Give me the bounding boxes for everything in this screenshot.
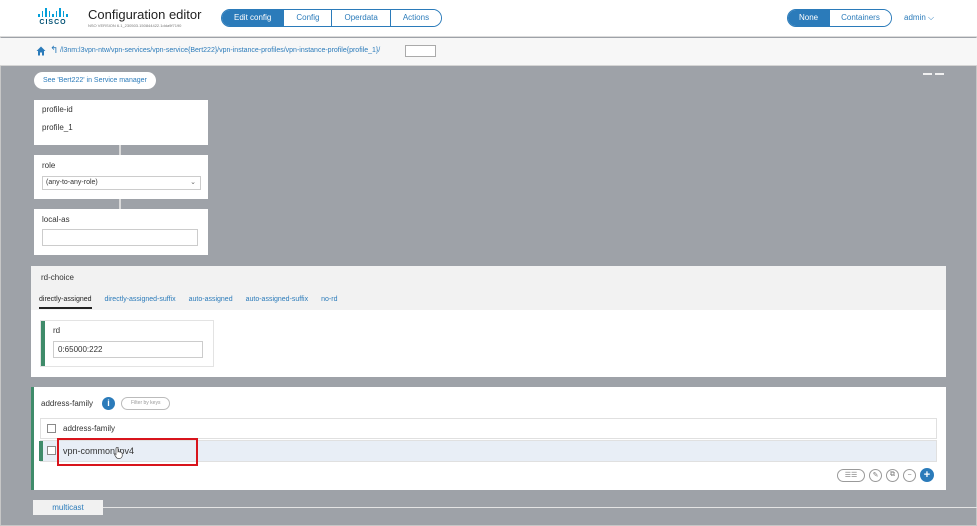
- mode-config[interactable]: Config: [283, 10, 332, 26]
- app-header: CISCO Configuration editor NSO VERSION 6…: [0, 0, 977, 37]
- address-family-panel: address-family i Filter by keys address-…: [31, 387, 946, 490]
- column-header-address-family: address-family: [63, 424, 116, 433]
- role-label: role: [42, 161, 56, 170]
- row-checkbox[interactable]: [47, 446, 56, 455]
- tab-directly-assigned[interactable]: directly-assigned: [39, 296, 92, 309]
- filter-input[interactable]: Filter by keys: [121, 397, 171, 410]
- service-manager-link[interactable]: See 'Bert222' in Service manager: [34, 72, 156, 89]
- role-selected-value: (any-to-any-role): [46, 179, 98, 186]
- editor-content: See 'Bert222' in Service manager profile…: [31, 66, 977, 526]
- role-select[interactable]: (any-to-any-role) ⌄: [42, 176, 201, 190]
- rd-choice-body: rd 0:65000:222: [31, 310, 946, 377]
- chevron-down-icon: ⌄: [190, 179, 196, 186]
- remove-icon[interactable]: −: [903, 468, 916, 482]
- home-icon[interactable]: [36, 46, 46, 56]
- connector: [119, 145, 121, 155]
- address-family-label: address-family: [41, 399, 94, 408]
- profile-id-value: profile_1: [42, 123, 73, 132]
- local-as-label: local-as: [42, 215, 70, 224]
- app-version: NSO VERSION 6.1_230503.150844422.1dda9f7…: [88, 23, 182, 28]
- rd-input[interactable]: 0:65000:222: [53, 341, 203, 358]
- multicast-section[interactable]: multicast: [33, 500, 103, 515]
- mode-operdata[interactable]: Operdata: [331, 10, 390, 26]
- cisco-logo: CISCO: [36, 8, 70, 28]
- local-as-input[interactable]: [42, 229, 198, 246]
- tab-no-rd[interactable]: no-rd: [321, 296, 337, 309]
- row-toolbar: ☰☰ ✎ ⧉ − +: [837, 468, 934, 482]
- page-indicator: [923, 73, 944, 75]
- breadcrumb-input[interactable]: [405, 45, 436, 57]
- rd-choice-tabs: directly-assigned directly-assigned-suff…: [39, 296, 337, 309]
- row-marker: [39, 441, 43, 461]
- info-icon[interactable]: i: [102, 397, 115, 410]
- profile-id-label: profile-id: [42, 105, 73, 114]
- role-card: role (any-to-any-role) ⌄: [34, 155, 208, 199]
- mode-edit-config[interactable]: Edit config: [222, 10, 284, 26]
- rd-choice-label: rd-choice: [41, 273, 74, 282]
- rd-choice-panel: rd-choice directly-assigned directly-ass…: [31, 266, 946, 377]
- rd-marker: [41, 321, 45, 366]
- rd-label: rd: [53, 326, 61, 335]
- breadcrumb-bar: ↰ /l3nm:l3vpn-ntw/vpn-services/vpn-servi…: [0, 38, 977, 66]
- breadcrumb-path[interactable]: /l3nm:l3vpn-ntw/vpn-services/vpn-service…: [60, 47, 380, 54]
- select-all-checkbox[interactable]: [47, 424, 56, 433]
- tab-auto-assigned-suffix[interactable]: auto-assigned-suffix: [246, 296, 309, 309]
- app-title: Configuration editor: [88, 7, 202, 22]
- tab-auto-assigned[interactable]: auto-assigned: [189, 296, 233, 309]
- divider: [103, 507, 977, 508]
- pointer-cursor-icon: [114, 447, 123, 459]
- view-containers[interactable]: Containers: [829, 10, 891, 26]
- user-menu[interactable]: admin ⌵: [904, 13, 934, 23]
- tab-directly-assigned-suffix[interactable]: directly-assigned-suffix: [105, 296, 176, 309]
- rd-card: rd 0:65000:222: [40, 320, 214, 367]
- profile-id-card: profile-id profile_1: [34, 100, 208, 145]
- connector: [119, 199, 121, 209]
- copy-icon[interactable]: ⧉: [886, 468, 899, 482]
- add-icon[interactable]: +: [920, 468, 934, 482]
- list-view-icon[interactable]: ☰☰: [837, 468, 865, 482]
- local-as-card: local-as: [34, 209, 208, 255]
- table-header-row: address-family: [40, 418, 937, 439]
- mode-actions[interactable]: Actions: [389, 10, 442, 26]
- edit-icon[interactable]: ✎: [869, 468, 882, 482]
- logo-text: CISCO: [39, 19, 67, 26]
- mode-switcher: Edit config Config Operdata Actions: [221, 9, 443, 27]
- address-family-marker: [31, 387, 34, 490]
- highlight-annotation: [57, 438, 198, 466]
- up-level-icon[interactable]: ↰: [50, 45, 58, 56]
- view-none[interactable]: None: [788, 10, 830, 26]
- view-switcher: None Containers: [787, 9, 892, 27]
